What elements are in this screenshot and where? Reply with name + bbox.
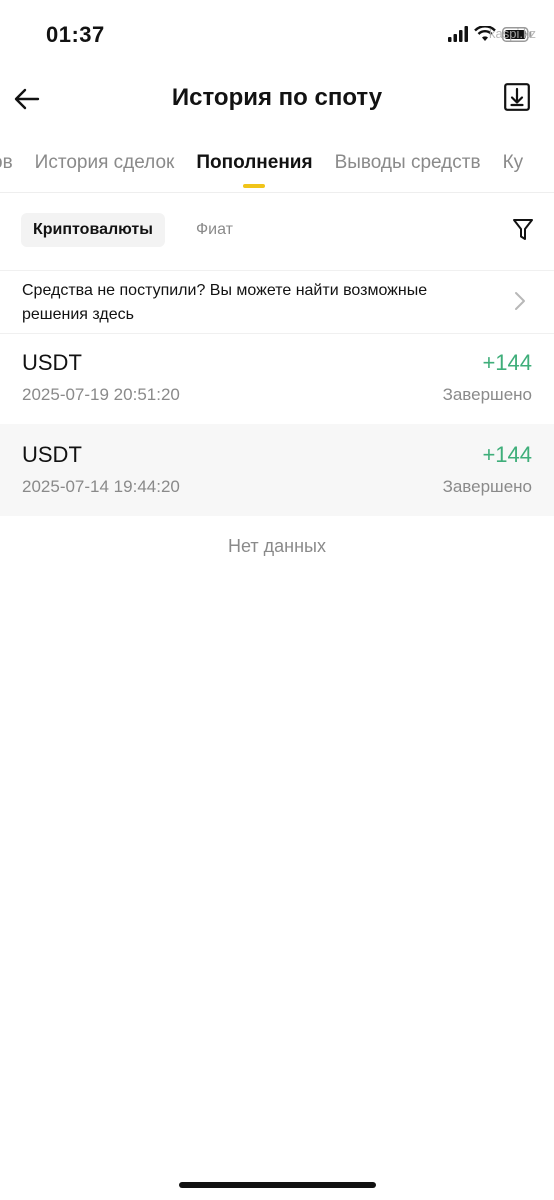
page-title: История по споту — [171, 84, 383, 111]
record-date: 2025-07-19 20:51:20 — [22, 385, 180, 404]
record-amount: +144 — [482, 442, 532, 467]
tab-deposits[interactable]: Пополнения — [196, 152, 313, 188]
record-status: Завершено — [442, 385, 532, 404]
deposit-history-screen: 01:37 kaspi.kz История по споту в Истори… — [0, 0, 554, 1200]
home-indicator — [179, 1182, 376, 1188]
signal-icon — [448, 26, 468, 42]
tab-trade-history[interactable]: История сделок — [35, 152, 175, 174]
chevron-right-icon — [515, 292, 525, 310]
record-asset: USDT — [22, 442, 82, 467]
status-bar: 01:37 kaspi.kz — [0, 0, 554, 70]
tab-partial-right[interactable]: Ку — [503, 152, 524, 174]
notice-text: Средства не поступили? Вы можете найти в… — [22, 282, 428, 323]
tab-partial-left[interactable]: ов — [0, 152, 13, 174]
record-status: Завершено — [442, 477, 532, 496]
tab-withdrawals[interactable]: Выводы средств — [335, 152, 481, 174]
record-asset: USDT — [22, 350, 82, 375]
deposit-record[interactable]: USDT 2025-07-19 20:51:20 +144 Завершено — [0, 332, 554, 424]
record-amount: +144 — [482, 350, 532, 375]
funnel-icon[interactable] — [512, 218, 534, 242]
no-data-text: Нет данных — [228, 536, 326, 556]
status-time: 01:37 — [46, 22, 105, 47]
tab-deposits-label: Пополнения — [196, 152, 313, 173]
watermark-text: kaspi.kz — [489, 26, 536, 41]
download-icon[interactable] — [504, 83, 530, 111]
fiat-filter-chip[interactable]: Фиат — [184, 213, 245, 247]
app-header: История по споту — [0, 70, 554, 130]
record-date: 2025-07-14 19:44:20 — [22, 477, 180, 496]
filter-row: Криптовалюты Фиат — [0, 213, 554, 249]
crypto-filter-chip[interactable]: Криптовалюты — [21, 213, 165, 247]
deposit-help-notice[interactable]: Средства не поступили? Вы можете найти в… — [0, 270, 554, 334]
deposit-record[interactable]: USDT 2025-07-14 19:44:20 +144 Завершено — [0, 424, 554, 516]
active-tab-indicator — [243, 184, 266, 188]
tabs-track: ов История сделок Пополнения Выводы сред… — [0, 152, 524, 188]
tabs-bar: ов История сделок Пополнения Выводы сред… — [0, 140, 554, 193]
